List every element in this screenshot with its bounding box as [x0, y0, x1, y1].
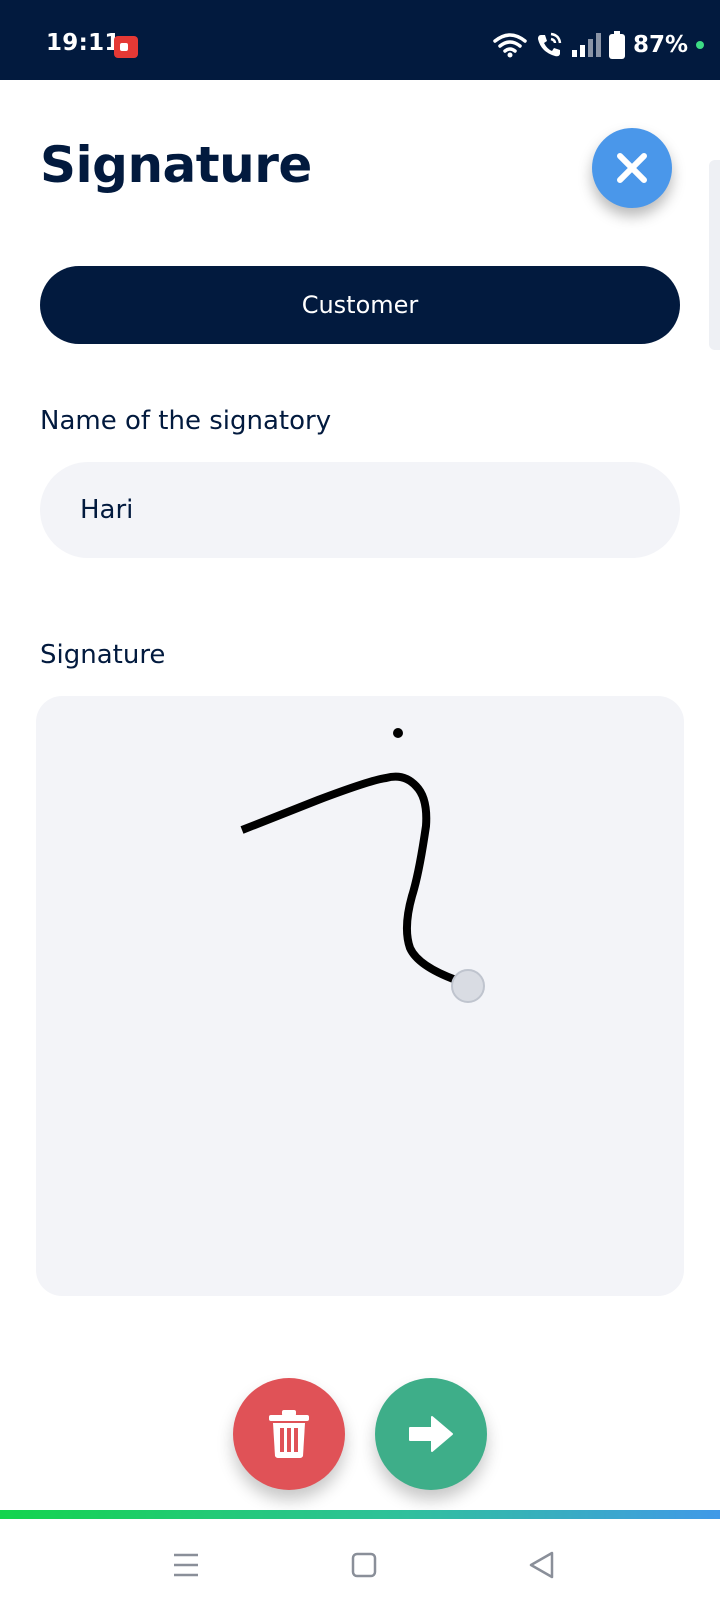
status-bar: 19:11 87% [0, 0, 720, 80]
close-icon [617, 153, 647, 183]
back-icon[interactable] [522, 1545, 562, 1585]
signature-stroke [240, 772, 458, 984]
status-time: 19:11 [46, 30, 121, 56]
signal-icon [571, 33, 601, 57]
signature-pad[interactable] [36, 696, 684, 1296]
scrollbar[interactable] [709, 160, 720, 350]
clear-signature-button[interactable] [233, 1378, 345, 1490]
system-navigation-bar [0, 1519, 720, 1608]
page-title: Signature [40, 136, 312, 194]
next-button[interactable] [375, 1378, 487, 1490]
signature-drawing [240, 728, 485, 1003]
wifi-icon [493, 33, 527, 58]
signature-field-label: Signature [40, 640, 166, 670]
status-icons: 87% [493, 28, 704, 62]
touch-indicator [451, 969, 485, 1003]
trash-icon [269, 1410, 309, 1458]
battery-icon [608, 31, 625, 59]
wifi-call-icon [537, 32, 562, 57]
home-icon[interactable] [344, 1545, 384, 1585]
signatory-name-input[interactable] [40, 462, 680, 558]
gradient-progress-line [0, 1510, 720, 1519]
battery-percentage: 87% [632, 32, 688, 58]
menu-icon[interactable] [166, 1545, 206, 1585]
signature-dot [393, 728, 403, 738]
screen-record-icon [114, 36, 138, 58]
close-button[interactable] [592, 128, 672, 208]
name-field-label: Name of the signatory [40, 406, 332, 436]
arrow-right-icon [409, 1416, 453, 1452]
signatory-role-button[interactable]: Customer [40, 266, 680, 344]
privacy-indicator-dot [696, 41, 704, 49]
